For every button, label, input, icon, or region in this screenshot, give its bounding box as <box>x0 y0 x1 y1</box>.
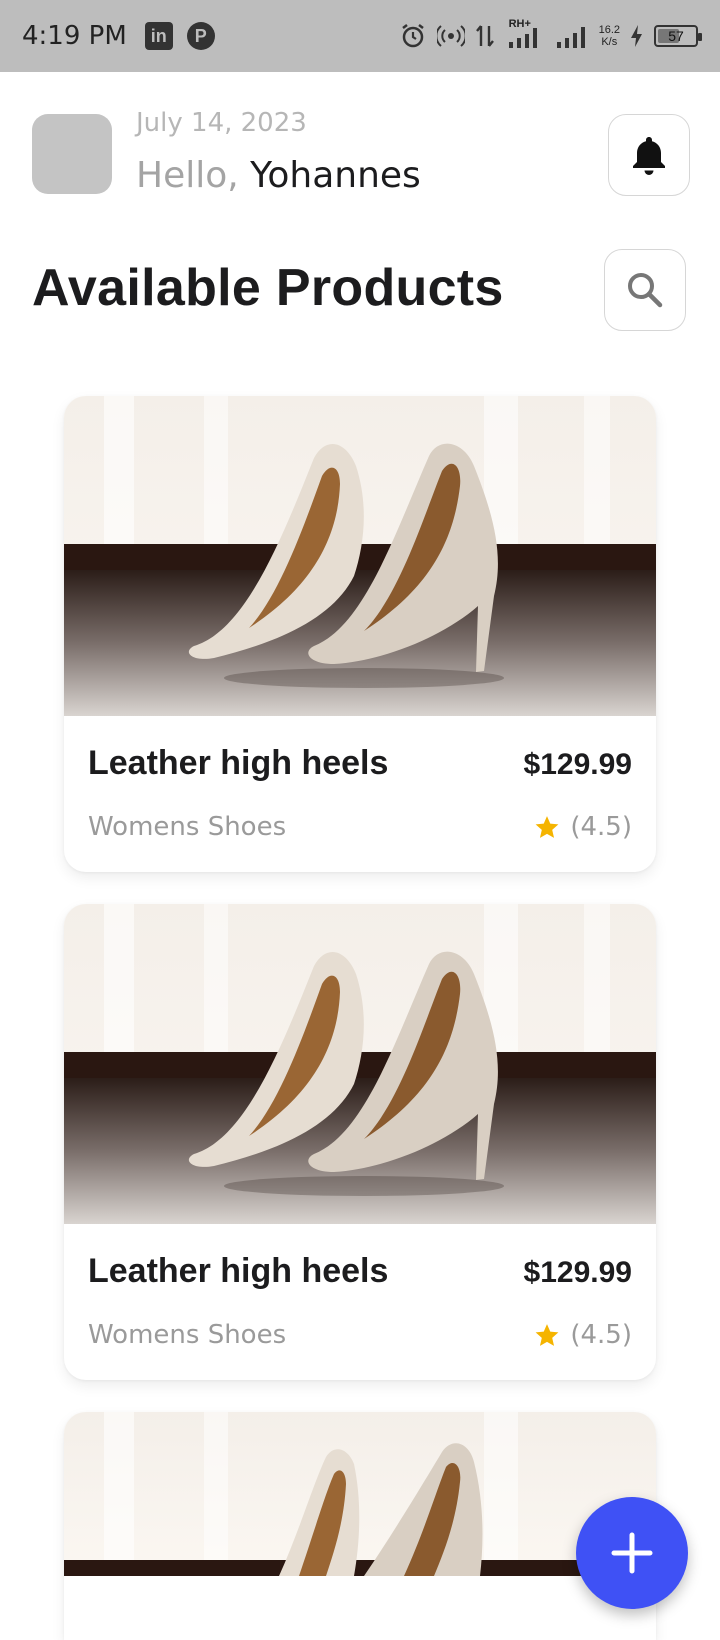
alarm-icon <box>401 24 424 48</box>
bell-icon <box>633 137 665 175</box>
product-category: Womens Shoes <box>88 1320 287 1350</box>
app-icon: P <box>186 22 215 50</box>
product-name: Leather high heels <box>88 744 389 782</box>
avatar[interactable] <box>32 114 112 194</box>
star-icon <box>535 816 559 838</box>
status-icons: RH+ 16.2 K/s 57 <box>399 18 702 50</box>
signal-strength-1: RH+ <box>505 18 545 50</box>
user-name: Yohannes <box>250 155 421 196</box>
high-heels-image <box>64 1412 656 1576</box>
hotspot-icon <box>436 25 465 47</box>
page-title: Available Products <box>32 259 504 317</box>
search-icon <box>628 273 663 308</box>
high-heels-image <box>64 396 656 716</box>
product-image <box>64 396 656 716</box>
battery-icon: 57 <box>654 25 702 47</box>
signal-icon <box>508 28 537 48</box>
product-info: Leather high heels $129.99 Womens Shoes … <box>64 1224 656 1380</box>
status-time: 4:19 PM <box>22 21 127 51</box>
notifications-button[interactable] <box>608 114 690 196</box>
rating-value: (4.5) <box>570 812 632 842</box>
status-bar: 4:19 PM in P RH+ 16.2 K/s 57 <box>0 0 720 72</box>
product-image <box>64 904 656 1224</box>
rating-value: (4.5) <box>570 1320 632 1350</box>
greeting-prefix: Hello, <box>136 155 239 196</box>
star-icon <box>535 1324 559 1346</box>
high-heels-image <box>64 904 656 1224</box>
search-button[interactable] <box>604 249 686 331</box>
net-speed-unit: K/s <box>601 36 618 48</box>
battery-level: 57 <box>668 28 684 44</box>
greeting: Hello, Yohannes <box>136 155 421 196</box>
product-info: Leather high heels $129.99 Womens Shoes … <box>64 716 656 872</box>
add-product-button[interactable] <box>576 1497 688 1609</box>
product-category: Womens Shoes <box>88 812 287 842</box>
product-price: $129.99 <box>523 748 632 781</box>
linkedin-icon: in <box>144 22 173 50</box>
product-card[interactable]: Leather high heels $129.99 Womens Shoes … <box>64 396 656 872</box>
net-speed: 16.2 K/s <box>599 24 620 48</box>
product-card[interactable] <box>64 1412 656 1640</box>
product-card[interactable]: Leather high heels $129.99 Womens Shoes … <box>64 904 656 1380</box>
product-name: Leather high heels <box>88 1252 389 1290</box>
net-speed-value: 16.2 <box>598 24 620 36</box>
signal-icon-2 <box>556 27 585 48</box>
product-price: $129.99 <box>523 1256 632 1289</box>
product-rating: (4.5) <box>534 1320 632 1350</box>
header-date: July 14, 2023 <box>136 108 307 138</box>
data-transfer-icon <box>475 25 494 47</box>
plus-icon <box>611 1532 653 1574</box>
charging-icon <box>631 25 642 47</box>
product-rating: (4.5) <box>534 812 632 842</box>
product-image <box>64 1412 656 1576</box>
